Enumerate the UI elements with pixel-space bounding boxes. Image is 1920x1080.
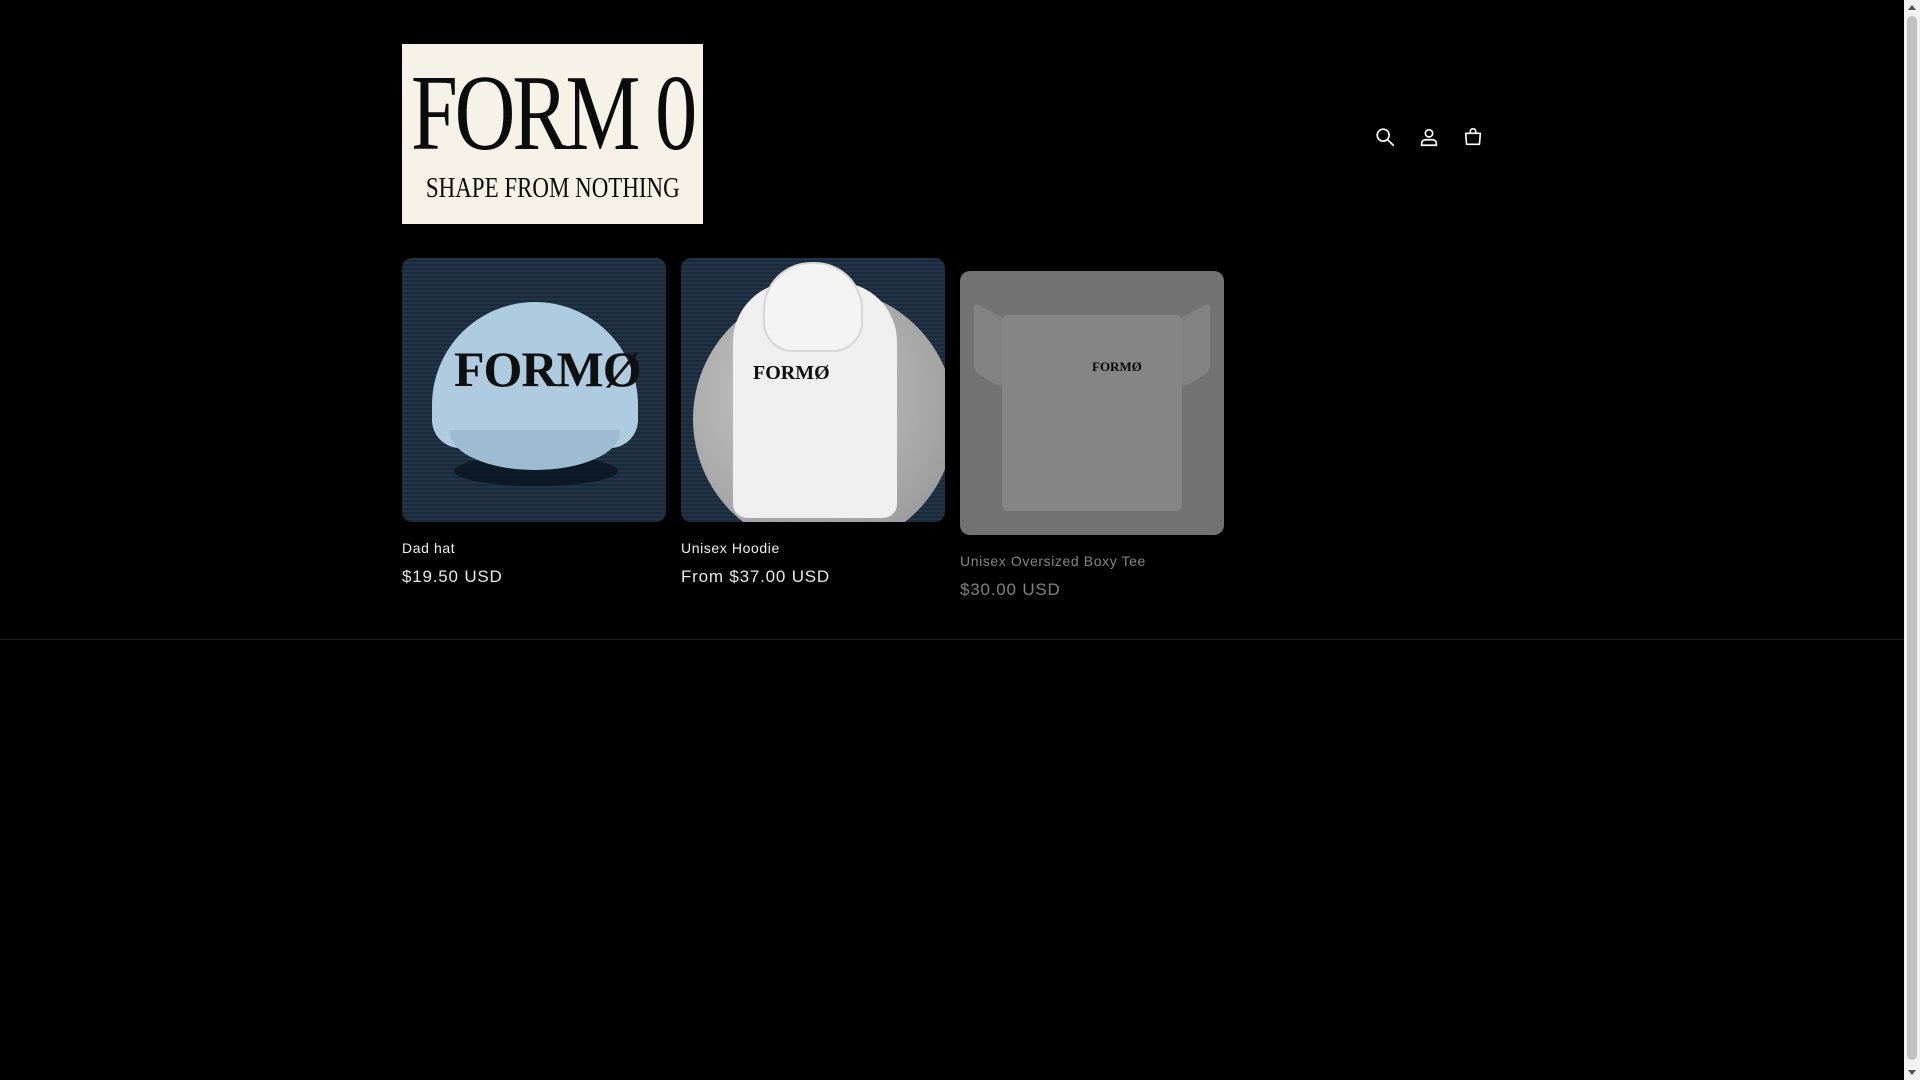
hoodie-hood xyxy=(763,262,863,352)
product-title[interactable]: Unisex Hoodie xyxy=(681,539,945,557)
page-scrollbar[interactable] xyxy=(1904,0,1920,1080)
product-image-unisex-hoodie[interactable]: FORMØ xyxy=(681,258,945,522)
product-price: $19.50 USD xyxy=(402,567,503,586)
site-header: FORM 0 SHAPE FROM NOTHING xyxy=(402,44,1495,224)
search-icon xyxy=(1376,128,1395,147)
cart-icon xyxy=(1464,127,1482,146)
section-divider xyxy=(0,639,1904,640)
product-card-unisex-hoodie[interactable]: FORMØ Unisex Hoodie From $37.00 USD xyxy=(681,258,945,588)
account-button[interactable] xyxy=(1407,115,1451,159)
product-price: From $37.00 USD xyxy=(681,567,830,586)
account-icon xyxy=(1420,128,1438,147)
tee-print: FORMØ xyxy=(1092,359,1142,374)
search-button[interactable] xyxy=(1363,115,1407,159)
page: FORM 0 SHAPE FROM NOTHING FORMØ Dad hat … xyxy=(0,0,1904,1080)
tee-body xyxy=(1002,315,1182,511)
product-grid: FORMØ Dad hat $19.50 USD FORMØ Unisex Ho… xyxy=(402,258,1495,599)
product-card-dad-hat[interactable]: FORMØ Dad hat $19.50 USD xyxy=(402,258,666,588)
hoodie-print: FORMØ xyxy=(753,362,830,384)
header-icons xyxy=(1363,115,1495,159)
logo-subtitle: SHAPE FROM NOTHING xyxy=(425,173,680,204)
product-image-unisex-oversized-boxy-tee[interactable]: FORMØ xyxy=(960,271,1224,535)
product-card-unisex-oversized-boxy-tee[interactable]: FORMØ Unisex Oversized Boxy Tee $30.00 U… xyxy=(960,271,1224,601)
scroll-up-arrow-icon[interactable] xyxy=(1908,5,1916,10)
product-title[interactable]: Dad hat xyxy=(402,539,666,557)
hat-print: FORMØ xyxy=(454,341,642,397)
product-price: $30.00 USD xyxy=(960,580,1061,599)
product-image-dad-hat[interactable]: FORMØ xyxy=(402,258,666,522)
store-logo[interactable]: FORM 0 SHAPE FROM NOTHING xyxy=(402,44,703,224)
scroll-down-arrow-icon[interactable] xyxy=(1908,1070,1916,1075)
logo-title: FORM 0 xyxy=(410,54,697,173)
scrollbar-thumb[interactable] xyxy=(1907,16,1917,1060)
cart-button[interactable] xyxy=(1451,115,1495,159)
product-title[interactable]: Unisex Oversized Boxy Tee xyxy=(960,552,1224,570)
